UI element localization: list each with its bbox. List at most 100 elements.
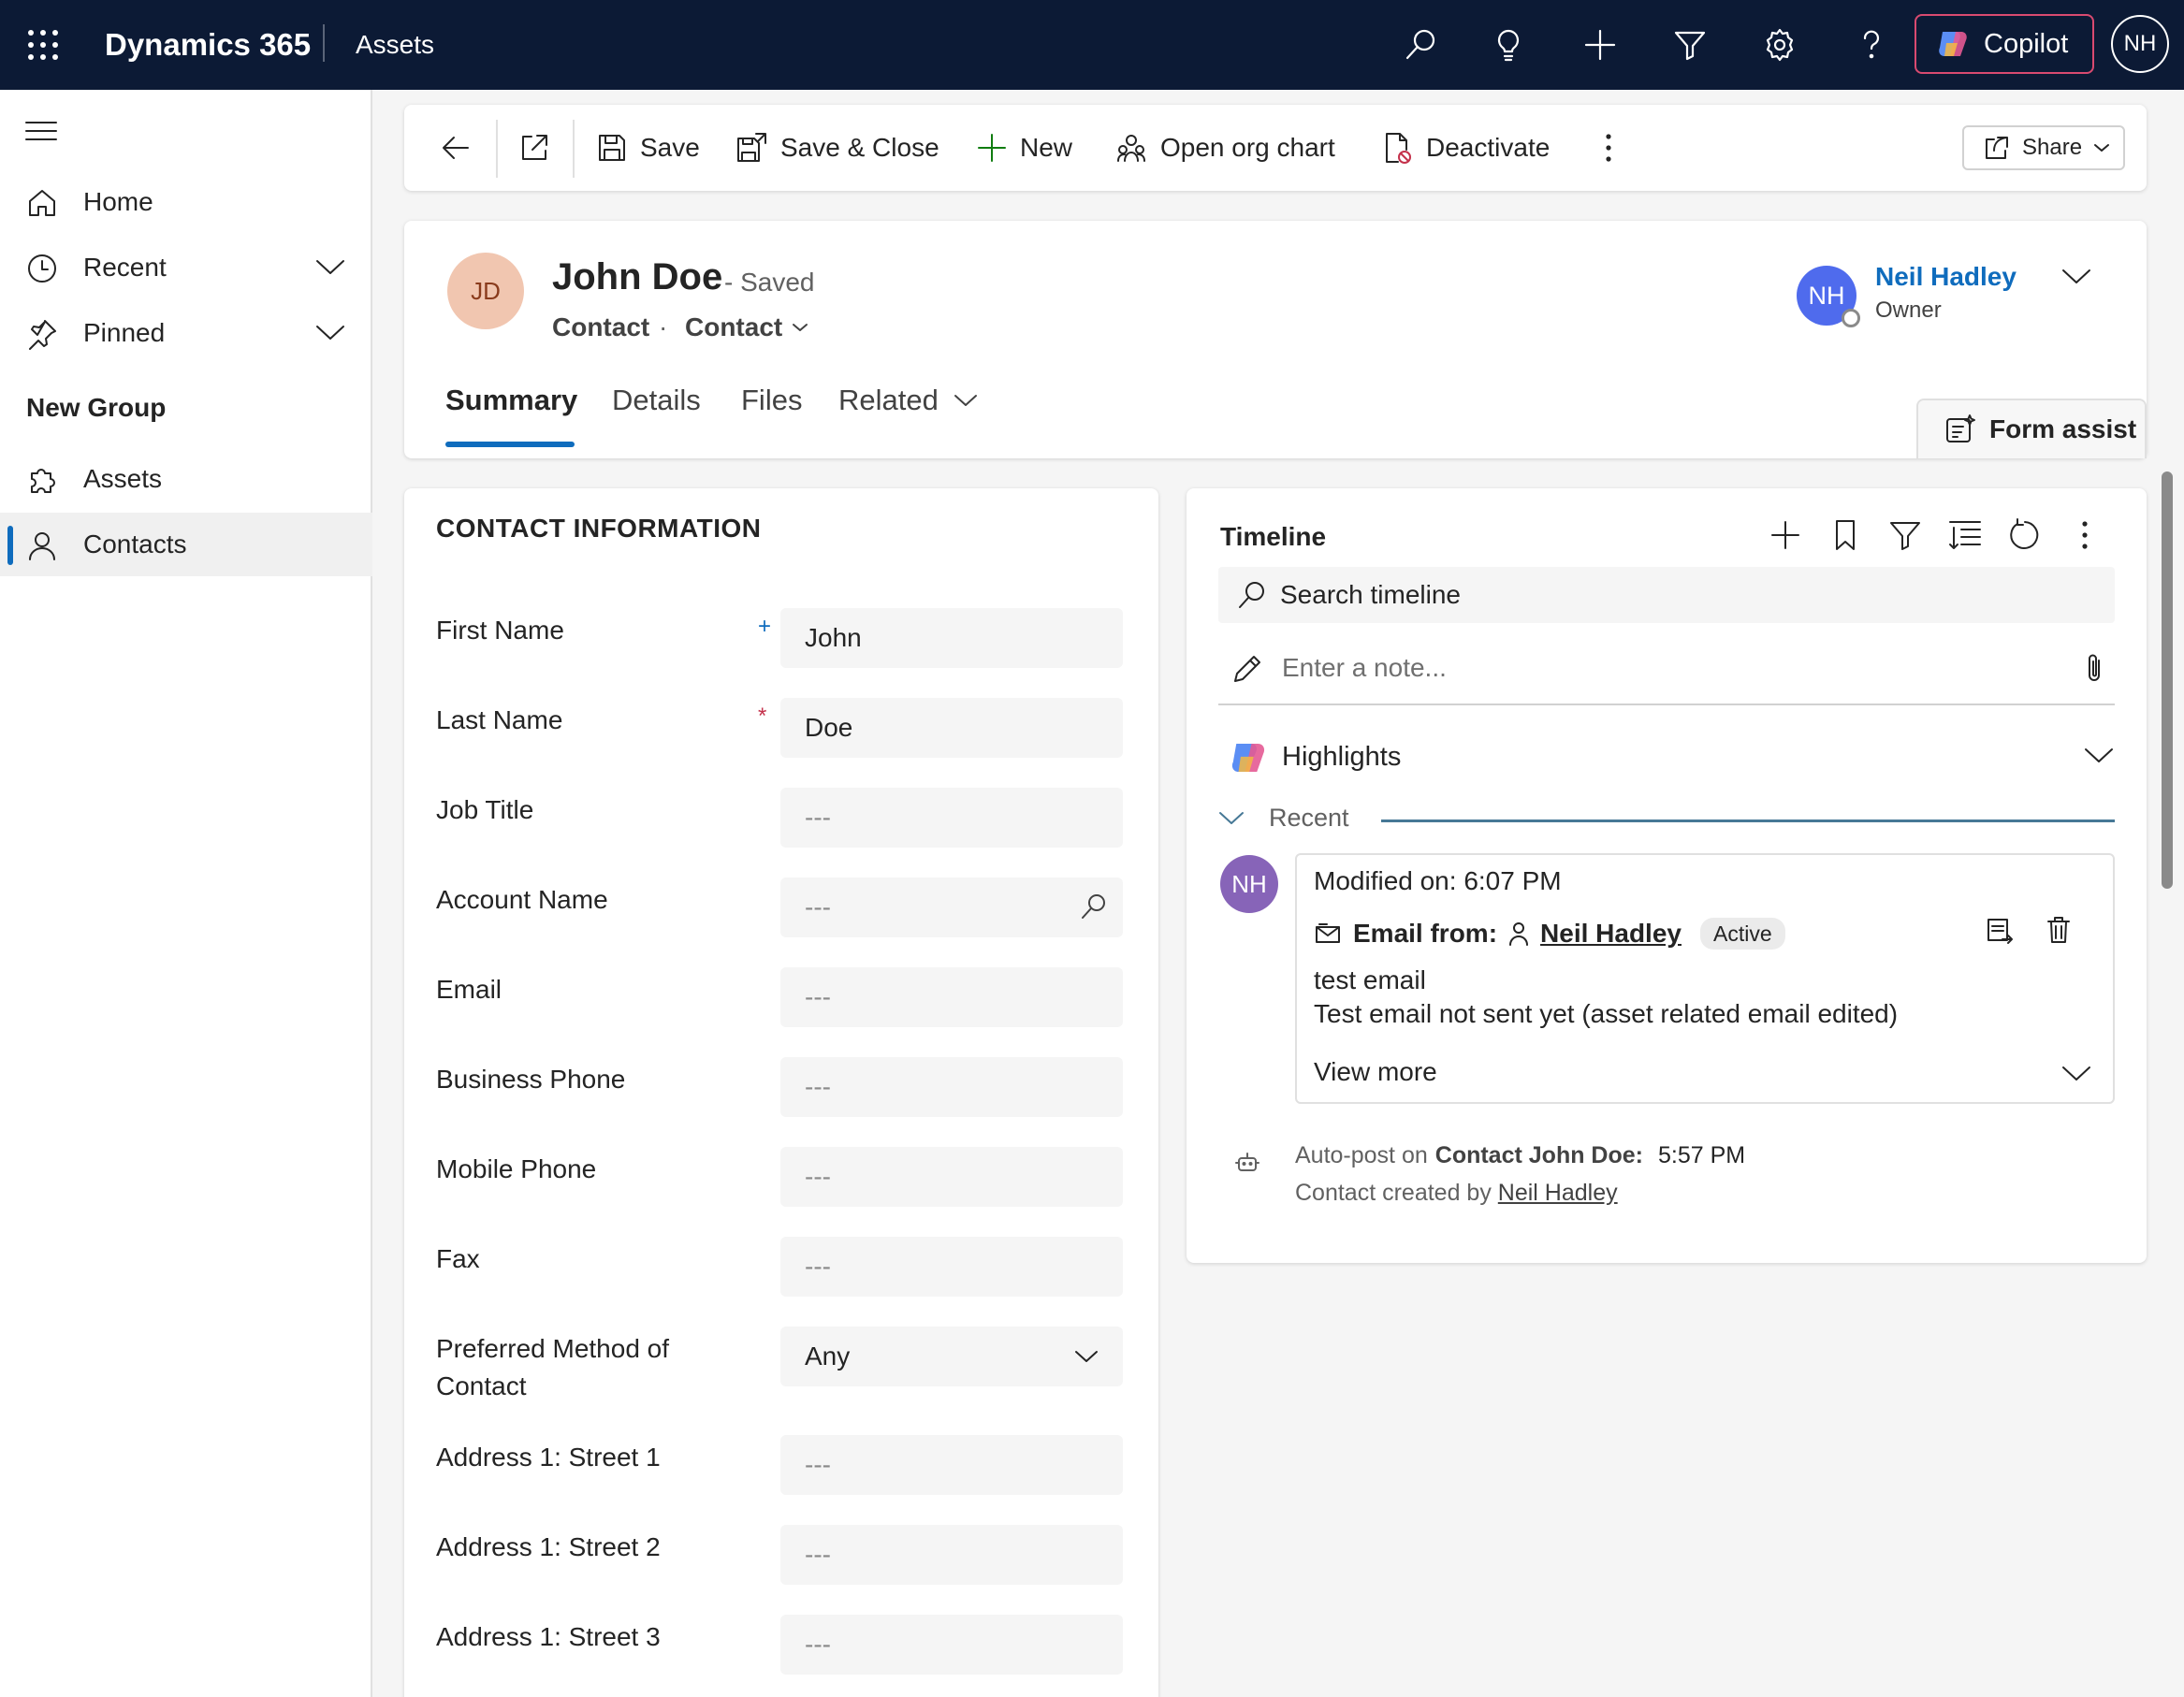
tab-summary[interactable]: Summary — [445, 382, 577, 419]
filter-icon[interactable] — [1886, 516, 1924, 554]
help-icon[interactable] — [1853, 26, 1890, 64]
chevron-down-icon[interactable] — [2083, 745, 2115, 765]
preferred-contact-method-select[interactable]: Any — [780, 1327, 1123, 1386]
open-record-icon[interactable] — [1986, 917, 2014, 945]
form-selector[interactable]: Contact — [685, 311, 808, 344]
bot-icon — [1235, 1151, 1259, 1175]
app-name[interactable]: Dynamics 365 — [105, 24, 311, 65]
business-phone-field[interactable]: --- — [780, 1057, 1123, 1117]
form-assist-icon — [1944, 413, 1976, 445]
chevron-down-icon — [954, 393, 978, 408]
refresh-icon[interactable] — [2006, 516, 2044, 554]
save-close-label: Save & Close — [780, 133, 939, 162]
bookmark-icon[interactable] — [1827, 516, 1864, 554]
save-icon — [597, 133, 627, 163]
gear-icon[interactable] — [1761, 26, 1798, 64]
search-icon[interactable] — [1080, 892, 1108, 921]
chevron-down-icon — [2093, 142, 2110, 153]
back-button[interactable] — [440, 125, 472, 170]
fax-field[interactable]: --- — [780, 1237, 1123, 1297]
search-icon — [1237, 580, 1267, 610]
owner-name-link[interactable]: Neil Hadley — [1875, 260, 2017, 294]
highlights-row[interactable]: Highlights — [1218, 733, 2115, 782]
delete-icon[interactable] — [2046, 915, 2072, 945]
first-name-field[interactable]: John — [780, 608, 1123, 668]
user-avatar[interactable]: NH — [2111, 15, 2169, 73]
address-street3-label: Address 1: Street 3 — [436, 1622, 661, 1651]
tab-related[interactable]: Related — [838, 382, 978, 419]
chevron-down-icon — [1218, 810, 1245, 827]
last-name-field[interactable]: Doe — [780, 698, 1123, 758]
form-assist-button[interactable]: Form assist — [1916, 399, 2147, 458]
mobile-phone-label: Mobile Phone — [436, 1154, 597, 1183]
plus-icon[interactable] — [1581, 26, 1619, 64]
record-header: JD John Doe - Saved Contact · Contact NH… — [404, 221, 2147, 458]
note-placeholder: Enter a note... — [1282, 653, 1447, 682]
save-and-close-button[interactable]: Save & Close — [735, 125, 939, 170]
app-launcher-icon[interactable] — [26, 28, 60, 62]
sidebar-item-label: Contacts — [83, 529, 187, 558]
search-icon[interactable] — [1402, 26, 1439, 64]
preferred-contact-method-label: Preferred Method of Contact — [436, 1334, 670, 1400]
email-from-link[interactable]: Neil Hadley — [1540, 919, 1682, 949]
share-icon — [1983, 134, 2011, 162]
deactivate-button[interactable]: Deactivate — [1381, 125, 1550, 170]
open-in-new-window-icon — [518, 132, 550, 164]
recent-group-header[interactable]: Recent — [1218, 801, 2115, 838]
page-scrollbar[interactable] — [2162, 471, 2173, 889]
timeline-note-input[interactable]: Enter a note... — [1218, 631, 2115, 705]
timeline-search-placeholder: Search timeline — [1280, 580, 1461, 609]
more-vertical-icon[interactable] — [2066, 516, 2104, 554]
divider — [496, 120, 498, 178]
address-street2-label: Address 1: Street 2 — [436, 1532, 661, 1561]
tab-details[interactable]: Details — [612, 382, 701, 419]
sidebar-item-label: Pinned — [83, 318, 166, 347]
account-name-lookup[interactable]: --- — [780, 878, 1123, 937]
save-status: - Saved — [724, 268, 815, 297]
form-name: Contact — [685, 312, 783, 341]
sidebar-item-contacts[interactable]: Contacts — [0, 513, 372, 576]
save-button[interactable]: Save — [597, 125, 700, 170]
activity-card[interactable]: Modified on: 6:07 PM Email from: Neil Ha… — [1295, 853, 2115, 1104]
mobile-phone-field[interactable]: --- — [780, 1147, 1123, 1207]
more-commands-button[interactable] — [1604, 125, 1613, 170]
lightbulb-icon[interactable] — [1490, 26, 1527, 64]
filter-icon[interactable] — [1671, 26, 1709, 64]
address-street2-field[interactable]: --- — [780, 1525, 1123, 1585]
share-button[interactable]: Share — [1962, 125, 2125, 170]
sidebar-item-recent[interactable]: Recent — [0, 236, 372, 299]
autopost-created-by-link[interactable]: Neil Hadley — [1498, 1180, 1618, 1206]
clock-icon — [26, 253, 58, 284]
chevron-down-icon[interactable] — [314, 256, 346, 277]
sidebar-item-pinned[interactable]: Pinned — [0, 301, 372, 365]
chevron-down-icon[interactable] — [2060, 1063, 2092, 1083]
person-icon — [26, 529, 58, 561]
sidebar-item-home[interactable]: Home — [0, 170, 372, 234]
job-title-field[interactable]: --- — [780, 788, 1123, 848]
autopost-created-prefix: Contact created by — [1295, 1180, 1492, 1206]
header-expand-chevron-icon[interactable] — [2060, 266, 2092, 286]
timeline-search-input[interactable]: Search timeline — [1218, 567, 2115, 623]
email-icon — [1314, 921, 1342, 946]
sidebar-item-label: Home — [83, 187, 153, 216]
account-name-label: Account Name — [436, 885, 608, 914]
puzzle-icon — [26, 464, 58, 496]
view-more-link[interactable]: View more — [1314, 1055, 1437, 1089]
autopost-entity: Contact John Doe: — [1434, 1142, 1643, 1168]
hamburger-menu-icon[interactable] — [24, 118, 58, 146]
open-in-new-window-button[interactable] — [518, 125, 550, 170]
address-street1-field[interactable]: --- — [780, 1435, 1123, 1495]
tab-files[interactable]: Files — [741, 382, 802, 419]
new-button[interactable]: New — [977, 125, 1072, 170]
plus-icon[interactable] — [1767, 516, 1804, 554]
email-field[interactable]: --- — [780, 967, 1123, 1027]
copilot-button[interactable]: Copilot — [1915, 14, 2094, 74]
paperclip-icon[interactable] — [2083, 651, 2105, 685]
sort-list-icon[interactable] — [1946, 516, 1984, 554]
open-org-chart-button[interactable]: Open org chart — [1115, 125, 1335, 170]
owner-avatar[interactable]: NH — [1797, 266, 1860, 327]
sidebar-item-assets[interactable]: Assets — [0, 447, 372, 511]
address-street3-field[interactable]: --- — [780, 1615, 1123, 1675]
chevron-down-icon[interactable] — [314, 322, 346, 342]
record-avatar: JD — [447, 253, 524, 329]
